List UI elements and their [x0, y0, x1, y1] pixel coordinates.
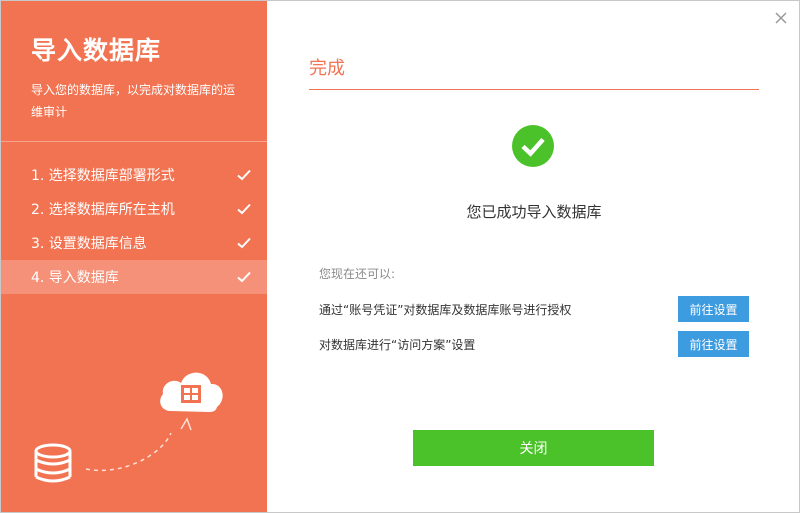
next-steps-label: 您现在还可以: [319, 267, 396, 281]
close-button[interactable]: 关闭 [413, 430, 654, 466]
check-icon [237, 237, 251, 249]
sidebar-description: 导入您的数据库，以完成对数据库的运维审计 [31, 83, 236, 119]
import-illustration [34, 372, 223, 483]
arrow-icon [180, 417, 192, 431]
step-label: 2. 选择数据库所在主机 [31, 202, 175, 218]
success-check-icon [512, 125, 554, 167]
check-icon [237, 169, 251, 181]
sidebar-title: 导入数据库 [31, 36, 162, 65]
title-divider [309, 89, 759, 90]
close-icon[interactable] [773, 10, 789, 26]
success-message: 您已成功导入数据库 [466, 203, 602, 221]
check-icon [237, 271, 251, 283]
dialog-window: 导入数据库 导入您的数据库，以完成对数据库的运维审计 1. 选择数据库部署形式 … [0, 0, 800, 513]
goto-credentials-button[interactable]: 前往设置 [678, 296, 749, 322]
sidebar-divider [1, 141, 267, 142]
goto-access-plan-button[interactable]: 前往设置 [678, 331, 749, 357]
step-item-3: 3. 设置数据库信息 [1, 226, 267, 260]
check-icon [237, 203, 251, 215]
page-title: 完成 [309, 58, 345, 79]
cloud-upload-icon [160, 372, 223, 412]
step-item-1: 1. 选择数据库部署形式 [1, 158, 267, 192]
action-text-access-plan: 对数据库进行“访问方案”设置 [319, 338, 476, 352]
action-text-credentials: 通过“账号凭证”对数据库及数据库账号进行授权 [319, 303, 572, 317]
step-item-4: 4. 导入数据库 [1, 260, 267, 294]
step-item-2: 2. 选择数据库所在主机 [1, 192, 267, 226]
wizard-sidebar: 导入数据库 导入您的数据库，以完成对数据库的运维审计 1. 选择数据库部署形式 … [1, 1, 267, 512]
wizard-steps: 1. 选择数据库部署形式 2. 选择数据库所在主机 3. 设置数据库信息 4. … [1, 158, 267, 294]
step-label: 3. 设置数据库信息 [31, 236, 147, 252]
step-label: 4. 导入数据库 [31, 270, 119, 286]
database-icon [34, 443, 72, 483]
step-label: 1. 选择数据库部署形式 [31, 168, 175, 184]
